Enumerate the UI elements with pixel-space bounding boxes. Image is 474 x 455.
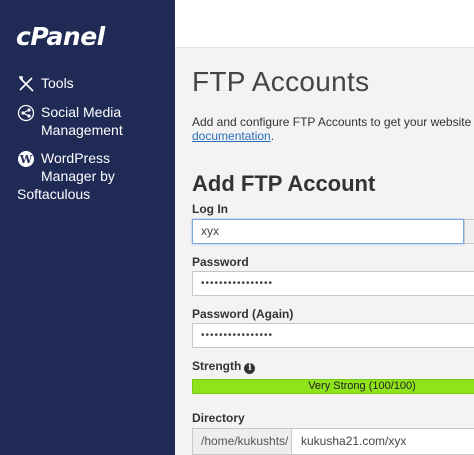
cpanel-logo[interactable]: cPanel — [16, 22, 105, 51]
sidebar-item-tools[interactable]: Tools — [17, 74, 167, 92]
info-icon[interactable]: i — [244, 363, 256, 374]
directory-label: Directory — [192, 411, 245, 425]
strength-text: Very Strong (100/100) — [308, 380, 416, 392]
svg-text:W: W — [19, 153, 33, 166]
password-label: Password — [192, 255, 249, 269]
password-again-label: Password (Again) — [192, 307, 294, 321]
directory-input[interactable]: kukusha21.com/xyx — [292, 428, 474, 455]
password-again-input[interactable]: •••••••••••••••• — [192, 323, 474, 348]
sidebar-item-wordpress-manager[interactable]: W WordPress Manager by Softaculous — [17, 149, 167, 203]
section-title: Add FTP Account — [192, 171, 376, 196]
strength-label: Strength i — [192, 359, 256, 374]
sidebar-item-label: WordPress Manager by Softaculous — [17, 150, 115, 202]
login-input[interactable]: xyx — [192, 219, 464, 244]
page-description: Add and configure FTP Accounts to get yo… — [192, 115, 474, 143]
sidebar-item-label: Social Media Management — [41, 104, 123, 138]
sidebar: cPanel Tools Social Media Management W W… — [0, 0, 175, 455]
page-title: FTP Accounts — [192, 66, 370, 97]
wordpress-icon: W — [17, 150, 35, 168]
login-label: Log In — [192, 202, 228, 216]
strength-meter: Very Strong (100/100) — [192, 379, 474, 394]
social-media-icon — [17, 104, 35, 122]
login-domain-addon — [464, 219, 474, 244]
tools-icon — [17, 75, 35, 93]
main-content: FTP Accounts Add and configure FTP Accou… — [175, 48, 474, 455]
password-input[interactable]: •••••••••••••••• — [192, 271, 474, 296]
sidebar-item-label: Tools — [41, 75, 74, 91]
documentation-link[interactable]: documentation — [192, 129, 271, 143]
top-bar — [175, 0, 474, 48]
directory-prefix: /home/kukushts/ — [192, 428, 292, 455]
sidebar-item-social-media-management[interactable]: Social Media Management — [17, 103, 167, 139]
